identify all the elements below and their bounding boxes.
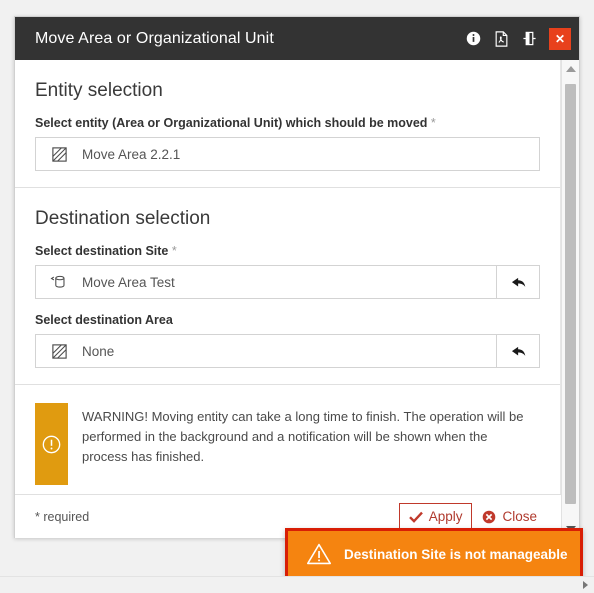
entity-field-block: Select entity (Area or Organizational Un… — [35, 116, 540, 171]
destination-area-block: Select destination Area None — [35, 313, 540, 368]
dialog-scroll-content: Entity selection Select entity (Area or … — [15, 60, 561, 494]
entity-picker-value: Move Area 2.2.1 — [82, 146, 181, 162]
dialog-titlebar: Move Area or Organizational Unit ✕ — [15, 17, 579, 60]
move-entity-dialog: Move Area or Organizational Unit ✕ Entit… — [14, 16, 580, 538]
entity-field-label: Select entity (Area or Organizational Un… — [35, 116, 540, 130]
entity-picker-row: Move Area 2.2.1 — [35, 137, 540, 171]
scroll-up-button[interactable] — [562, 60, 579, 78]
pdf-export-icon[interactable] — [491, 29, 511, 49]
exclamation-circle-icon — [35, 403, 68, 485]
warning-callout: WARNING! Moving entity can take a long t… — [35, 403, 540, 485]
destination-site-picker-row: Move Area Test — [35, 265, 540, 299]
triangle-right-icon — [582, 581, 588, 589]
site-icon — [36, 274, 82, 290]
check-icon — [408, 511, 423, 523]
undo-arrow-icon — [511, 346, 525, 356]
destination-site-block: Select destination Site * Move Area Test — [35, 244, 540, 299]
error-toast-message: Destination Site is not manageable — [344, 546, 568, 562]
destination-area-value: None — [82, 343, 115, 359]
entity-picker[interactable]: Move Area 2.2.1 — [35, 137, 540, 171]
info-icon[interactable] — [463, 29, 483, 49]
close-button-label: Close — [502, 509, 537, 524]
destination-selection-heading: Destination selection — [35, 208, 211, 229]
required-note: * required — [35, 509, 90, 524]
dialog-title: Move Area or Organizational Unit — [35, 29, 274, 47]
destination-site-label-text: Select destination Site — [35, 244, 169, 258]
destination-site-undo-button[interactable] — [497, 265, 540, 299]
entity-field-label-text: Select entity (Area or Organizational Un… — [35, 116, 428, 130]
close-button[interactable]: Close — [472, 503, 547, 530]
area-icon — [36, 146, 82, 163]
error-toast[interactable]: Destination Site is not manageable — [285, 528, 583, 580]
destination-site-picker[interactable]: Move Area Test — [35, 265, 497, 299]
vertical-scrollbar[interactable] — [561, 60, 579, 538]
entity-required-marker: * — [430, 116, 436, 130]
horizontal-scrollbar[interactable] — [0, 576, 594, 593]
entity-selection-heading: Entity selection — [35, 80, 163, 101]
destination-area-label-text: Select destination Area — [35, 313, 173, 327]
destination-area-label: Select destination Area — [35, 313, 540, 327]
warning-triangle-icon — [302, 542, 336, 566]
triangle-up-icon — [565, 66, 576, 72]
apply-button-label: Apply — [428, 509, 463, 524]
entity-selection-section: Entity selection Select entity (Area or … — [15, 60, 560, 187]
destination-site-label: Select destination Site * — [35, 244, 540, 258]
dialog-body: Entity selection Select entity (Area or … — [15, 60, 579, 538]
circle-x-icon — [482, 510, 496, 524]
area-icon — [36, 343, 82, 360]
page-root: Move Area or Organizational Unit ✕ Entit… — [0, 0, 594, 593]
destination-site-required-marker: * — [171, 244, 177, 258]
close-window-button[interactable]: ✕ — [549, 27, 571, 50]
scroll-right-button[interactable] — [577, 577, 593, 593]
scroll-thumb[interactable] — [565, 84, 576, 504]
warning-section: WARNING! Moving entity can take a long t… — [15, 384, 560, 494]
resize-window-icon[interactable] — [519, 29, 539, 49]
undo-arrow-icon — [511, 277, 525, 287]
destination-area-undo-button[interactable] — [497, 334, 540, 368]
apply-button[interactable]: Apply — [398, 503, 473, 530]
destination-selection-section: Destination selection Select destination… — [15, 187, 560, 384]
titlebar-actions: ✕ — [463, 27, 571, 50]
destination-area-picker[interactable]: None — [35, 334, 497, 368]
destination-area-picker-row: None — [35, 334, 540, 368]
warning-text: WARNING! Moving entity can take a long t… — [82, 409, 524, 464]
destination-site-value: Move Area Test — [82, 274, 175, 290]
